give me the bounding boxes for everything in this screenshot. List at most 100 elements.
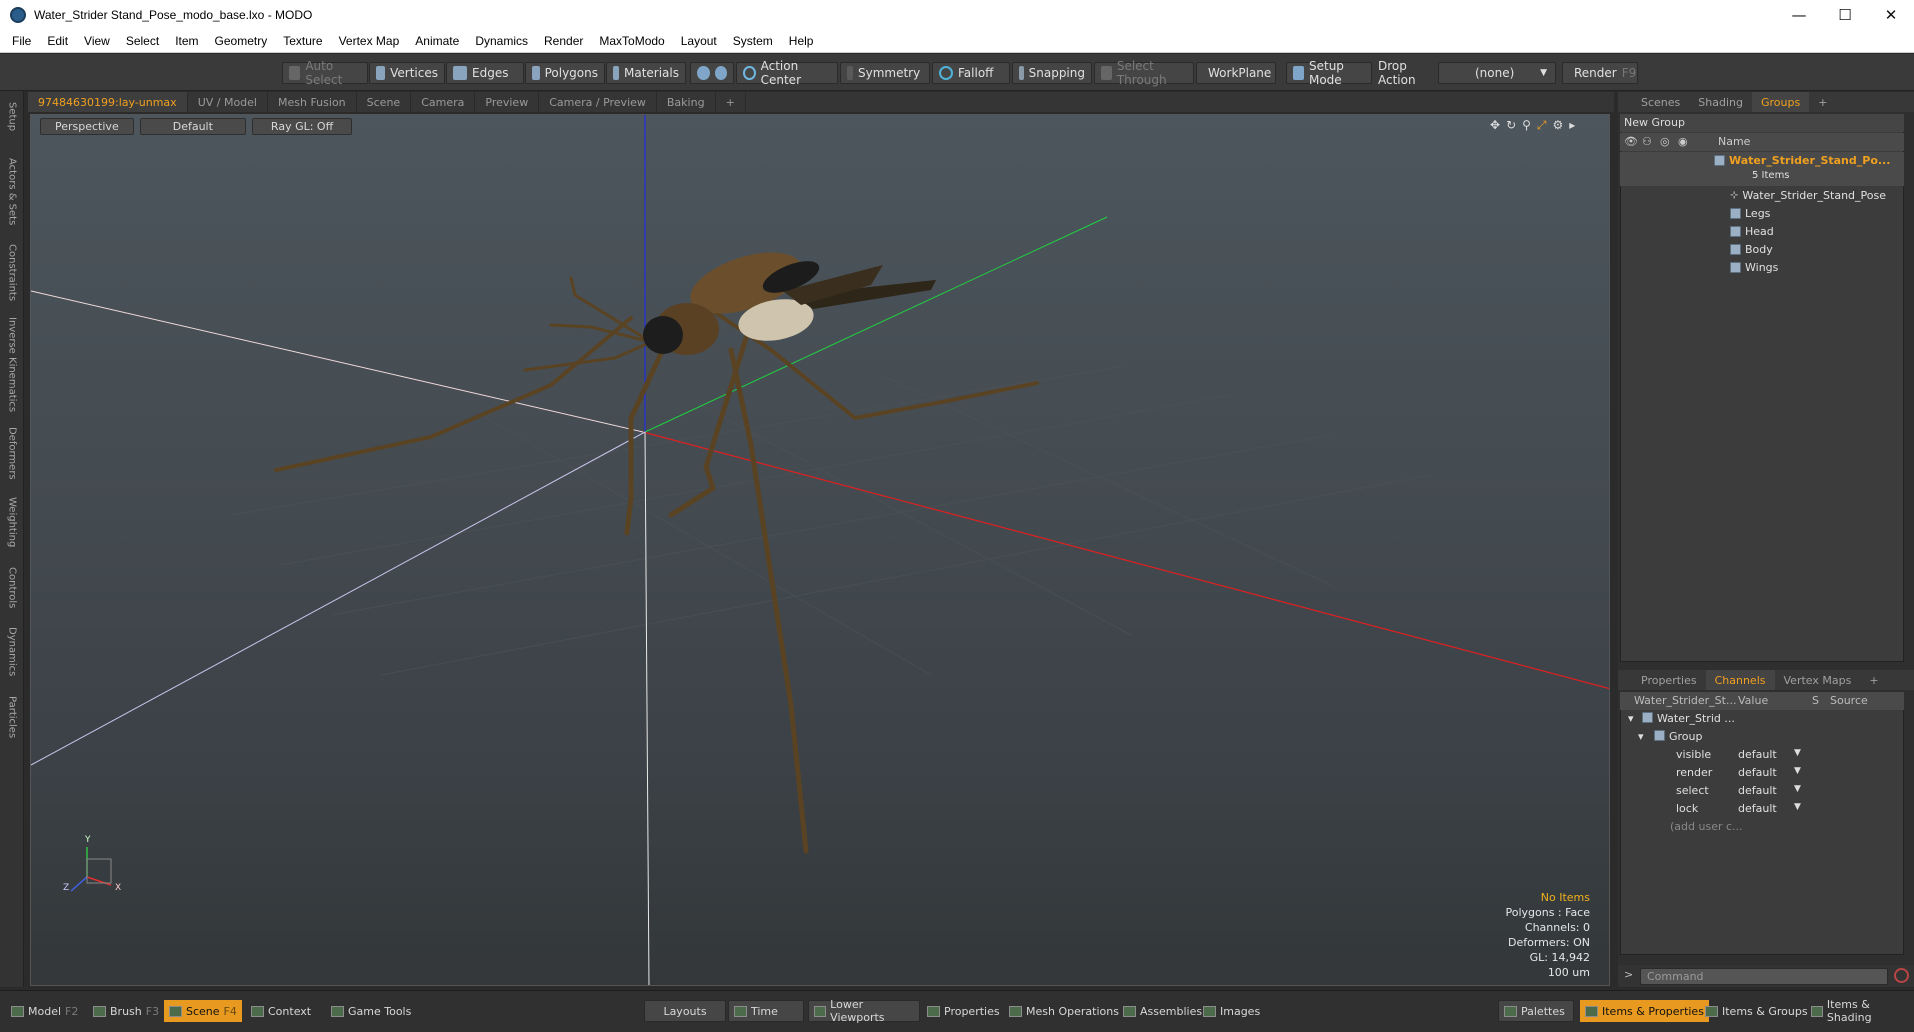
tab-groups[interactable]: Groups <box>1751 92 1810 112</box>
tab-particles[interactable]: Particles <box>2 687 22 747</box>
falloff-button[interactable]: Falloff <box>932 62 1010 84</box>
expand-arrow-icon[interactable]: ▾ <box>1638 730 1644 743</box>
channel-value-dropdown[interactable]: default <box>1738 802 1777 815</box>
tab-camera-preview[interactable]: Camera / Preview <box>539 92 657 112</box>
items-shading-layout-button[interactable]: Items & Shading <box>1806 998 1914 1024</box>
menu-view[interactable]: View <box>76 34 118 48</box>
vertices-button[interactable]: Vertices <box>369 62 445 84</box>
perspective-dropdown[interactable]: Perspective <box>40 118 134 135</box>
drop-action-select[interactable]: (none) ▼ <box>1438 62 1556 84</box>
auto-select-button[interactable]: Auto Select <box>282 59 368 87</box>
properties-button[interactable]: Properties <box>922 1000 1005 1022</box>
channel-item-row[interactable]: ▾ Water_Strid ... <box>1620 710 1904 728</box>
chevron-down-icon[interactable]: ▼ <box>1794 766 1801 776</box>
menu-system[interactable]: System <box>725 34 781 48</box>
tab-lay-unmax[interactable]: 97484630199:lay-unmax <box>28 92 188 112</box>
water-strider-model[interactable] <box>274 276 1039 854</box>
maximize-button[interactable]: ☐ <box>1822 0 1868 30</box>
tab-inverse-kinematics[interactable]: Inverse Kinematics <box>2 313 22 417</box>
channel-row-visible[interactable]: visible default ▼ <box>1620 746 1904 764</box>
model-layout-button[interactable]: Model F2 <box>6 1000 83 1022</box>
menu-select[interactable]: Select <box>118 34 167 48</box>
viewport-settings-icon[interactable]: ⚙ <box>1553 118 1564 133</box>
tab-deformers[interactable]: Deformers <box>2 421 22 485</box>
tab-camera[interactable]: Camera <box>411 92 476 112</box>
workplane-button[interactable]: WorkPlane <box>1196 62 1276 84</box>
tab-dynamics[interactable]: Dynamics <box>2 621 22 683</box>
action-center-button[interactable]: Action Center <box>736 59 838 87</box>
menu-layout[interactable]: Layout <box>673 34 725 48</box>
menu-dynamics[interactable]: Dynamics <box>467 34 536 48</box>
select-through-button[interactable]: Select Through <box>1094 59 1194 87</box>
materials-button[interactable]: Materials <box>606 62 686 84</box>
game-tools-layout-button[interactable]: Game Tools <box>326 1000 416 1022</box>
brush-layout-button[interactable]: Brush F3 <box>88 1000 164 1022</box>
images-button[interactable]: Images <box>1198 1000 1265 1022</box>
new-group-button[interactable]: New Group <box>1620 114 1904 132</box>
tab-scenes[interactable]: Scenes <box>1632 92 1689 112</box>
context-layout-button[interactable]: Context <box>246 1000 316 1022</box>
menu-edit[interactable]: Edit <box>39 34 76 48</box>
3d-viewport[interactable]: Y X Z <box>30 114 1610 986</box>
menu-item[interactable]: Item <box>167 34 206 48</box>
channel-row-select[interactable]: select default ▼ <box>1620 782 1904 800</box>
group-child-row[interactable]: Head <box>1620 222 1904 240</box>
tab-baking[interactable]: Baking <box>657 92 716 112</box>
time-button[interactable]: Time <box>728 1000 804 1022</box>
tab-preview[interactable]: Preview <box>475 92 540 112</box>
add-user-channel-row[interactable]: (add user c... <box>1620 818 1904 836</box>
tab-channels[interactable]: Channels <box>1705 670 1775 690</box>
rotate-view-icon[interactable]: ↻ <box>1506 118 1516 133</box>
raygl-dropdown[interactable]: Ray GL: Off <box>251 118 353 135</box>
record-icon[interactable] <box>1894 968 1909 983</box>
group-root-row[interactable]: Water_Strider_Stand_Po... 5 Items <box>1620 152 1904 186</box>
menu-texture[interactable]: Texture <box>275 34 330 48</box>
chevron-down-icon[interactable]: ▼ <box>1794 748 1801 758</box>
close-button[interactable]: ✕ <box>1868 0 1914 30</box>
group-child-row[interactable]: ⊹ Water_Strider_Stand_Pose <box>1620 186 1904 204</box>
tab-uv-model[interactable]: UV / Model <box>188 92 268 112</box>
channel-value-dropdown[interactable]: default <box>1738 766 1777 779</box>
setup-mode-button[interactable]: Setup Mode <box>1286 59 1372 87</box>
menu-geometry[interactable]: Geometry <box>207 34 276 48</box>
expand-arrow-icon[interactable]: ▾ <box>1628 712 1634 725</box>
component-mode-buttons[interactable] <box>690 62 734 84</box>
menu-vertex-map[interactable]: Vertex Map <box>331 34 408 48</box>
mesh-operations-button[interactable]: Mesh Operations <box>1004 1000 1124 1022</box>
snapping-button[interactable]: Snapping <box>1012 62 1092 84</box>
menu-render[interactable]: Render <box>536 34 591 48</box>
menu-animate[interactable]: Animate <box>407 34 467 48</box>
render-button[interactable]: Render F9 <box>1562 62 1638 84</box>
group-child-row[interactable]: Legs <box>1620 204 1904 222</box>
channel-value-dropdown[interactable]: default <box>1738 748 1777 761</box>
chevron-down-icon[interactable]: ▼ <box>1794 802 1801 812</box>
palettes-button[interactable]: Palettes <box>1498 1000 1574 1022</box>
move-view-icon[interactable]: ✥ <box>1490 118 1500 133</box>
add-panel-tab-button[interactable]: + <box>1809 92 1836 112</box>
items-properties-layout-button[interactable]: Items & Properties <box>1580 1000 1709 1022</box>
tab-controls[interactable]: Controls <box>2 559 22 617</box>
minimize-button[interactable]: — <box>1776 0 1822 30</box>
menu-help[interactable]: Help <box>781 34 822 48</box>
chevron-down-icon[interactable]: ▼ <box>1794 784 1801 794</box>
tab-mesh-fusion[interactable]: Mesh Fusion <box>268 92 357 112</box>
channel-group-row[interactable]: ▾ Group <box>1620 728 1904 746</box>
polygons-button[interactable]: Polygons <box>525 62 605 84</box>
tab-shading[interactable]: Shading <box>1689 92 1752 112</box>
shading-default-dropdown[interactable]: Default <box>139 118 246 135</box>
group-child-row[interactable]: Wings <box>1620 258 1904 276</box>
group-child-row[interactable]: Body <box>1620 240 1904 258</box>
command-input[interactable]: Command <box>1640 968 1888 985</box>
tab-constraints[interactable]: Constraints <box>2 237 22 309</box>
lower-viewports-button[interactable]: Lower Viewports <box>808 998 920 1024</box>
add-tab-button[interactable]: + <box>716 92 746 112</box>
channel-row-render[interactable]: render default ▼ <box>1620 764 1904 782</box>
channel-value-dropdown[interactable]: default <box>1738 784 1777 797</box>
assemblies-button[interactable]: Assemblies <box>1118 1000 1207 1022</box>
layouts-button[interactable]: Layouts <box>644 1000 726 1022</box>
tab-scene[interactable]: Scene <box>357 92 412 112</box>
menu-maxtomodo[interactable]: MaxToModo <box>591 34 672 48</box>
items-groups-layout-button[interactable]: Items & Groups <box>1700 1000 1813 1022</box>
zoom-view-icon[interactable]: ⚲ <box>1522 118 1531 133</box>
tab-setup[interactable]: Setup <box>2 97 22 137</box>
